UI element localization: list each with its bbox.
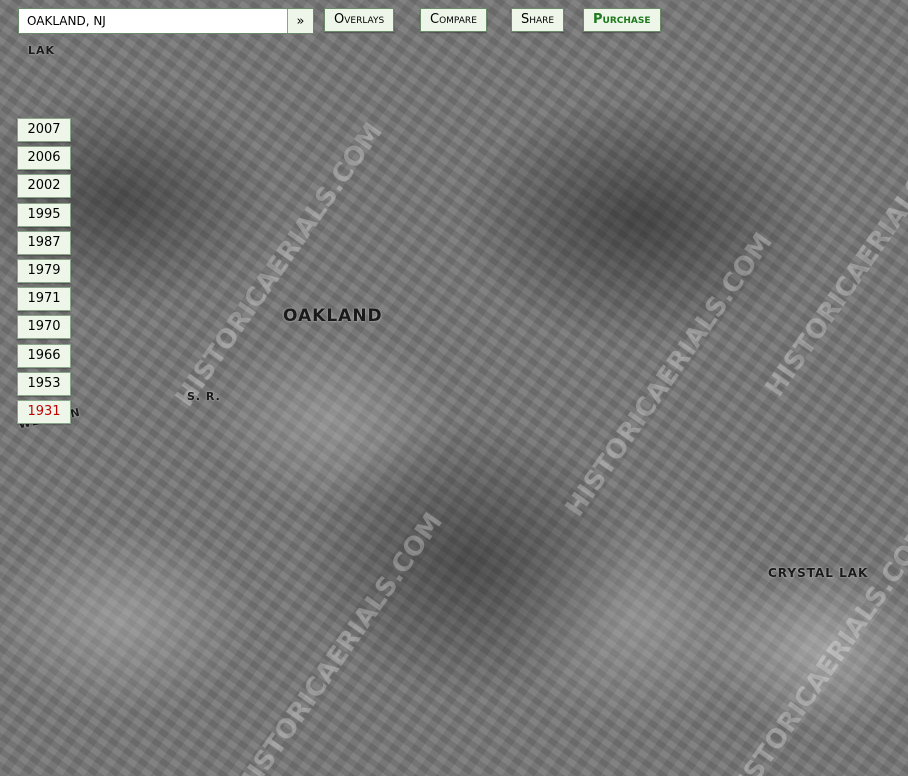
map-watermark: HISTORICAERIALS.COM [169, 117, 389, 413]
year-button-2002[interactable]: 2002 [17, 174, 71, 199]
map-label-oakland: OAKLAND [283, 306, 383, 326]
year-button-1987[interactable]: 1987 [17, 230, 71, 255]
map-label-lake: LAK [28, 44, 56, 57]
location-search: » [18, 8, 314, 34]
purchase-button[interactable]: Purchase [583, 8, 661, 32]
year-button-1966[interactable]: 1966 [17, 343, 71, 368]
year-button-2007[interactable]: 2007 [17, 118, 71, 142]
year-selector: 2007 2006 2002 1995 1987 1979 1971 1970 1966 1953… [17, 118, 71, 428]
location-search-input[interactable] [19, 9, 287, 33]
map-watermark: HISTORICAERIALS.COM [759, 107, 908, 403]
search-go-button[interactable]: » [287, 9, 313, 33]
map-watermark: HISTORICAERIALS.COM [559, 227, 779, 523]
year-button-1970[interactable]: 1970 [17, 315, 71, 340]
map-label-crystal-lake: CRYSTAL LAK [768, 566, 869, 580]
year-button-1953[interactable]: 1953 [17, 371, 71, 396]
year-button-1979[interactable]: 1979 [17, 258, 71, 283]
year-button-1971[interactable]: 1971 [17, 287, 71, 312]
compare-button[interactable]: Compare [420, 8, 487, 32]
share-button[interactable]: Share [511, 8, 565, 32]
overlays-button[interactable]: Overlays [324, 8, 395, 32]
year-button-1931[interactable]: 1931 [17, 399, 71, 424]
year-button-2006[interactable]: 2006 [17, 146, 71, 171]
map-watermark: HISTORICAERIALS.COM [229, 507, 449, 776]
map-watermark: HISTORICAERIALS.COM [719, 517, 908, 776]
aerial-map[interactable]: HISTORICAERIALS.COM HISTORICAERIALS.COM … [0, 0, 908, 776]
map-label-railroad: S. R. [187, 390, 221, 403]
year-button-1995[interactable]: 1995 [17, 202, 71, 227]
